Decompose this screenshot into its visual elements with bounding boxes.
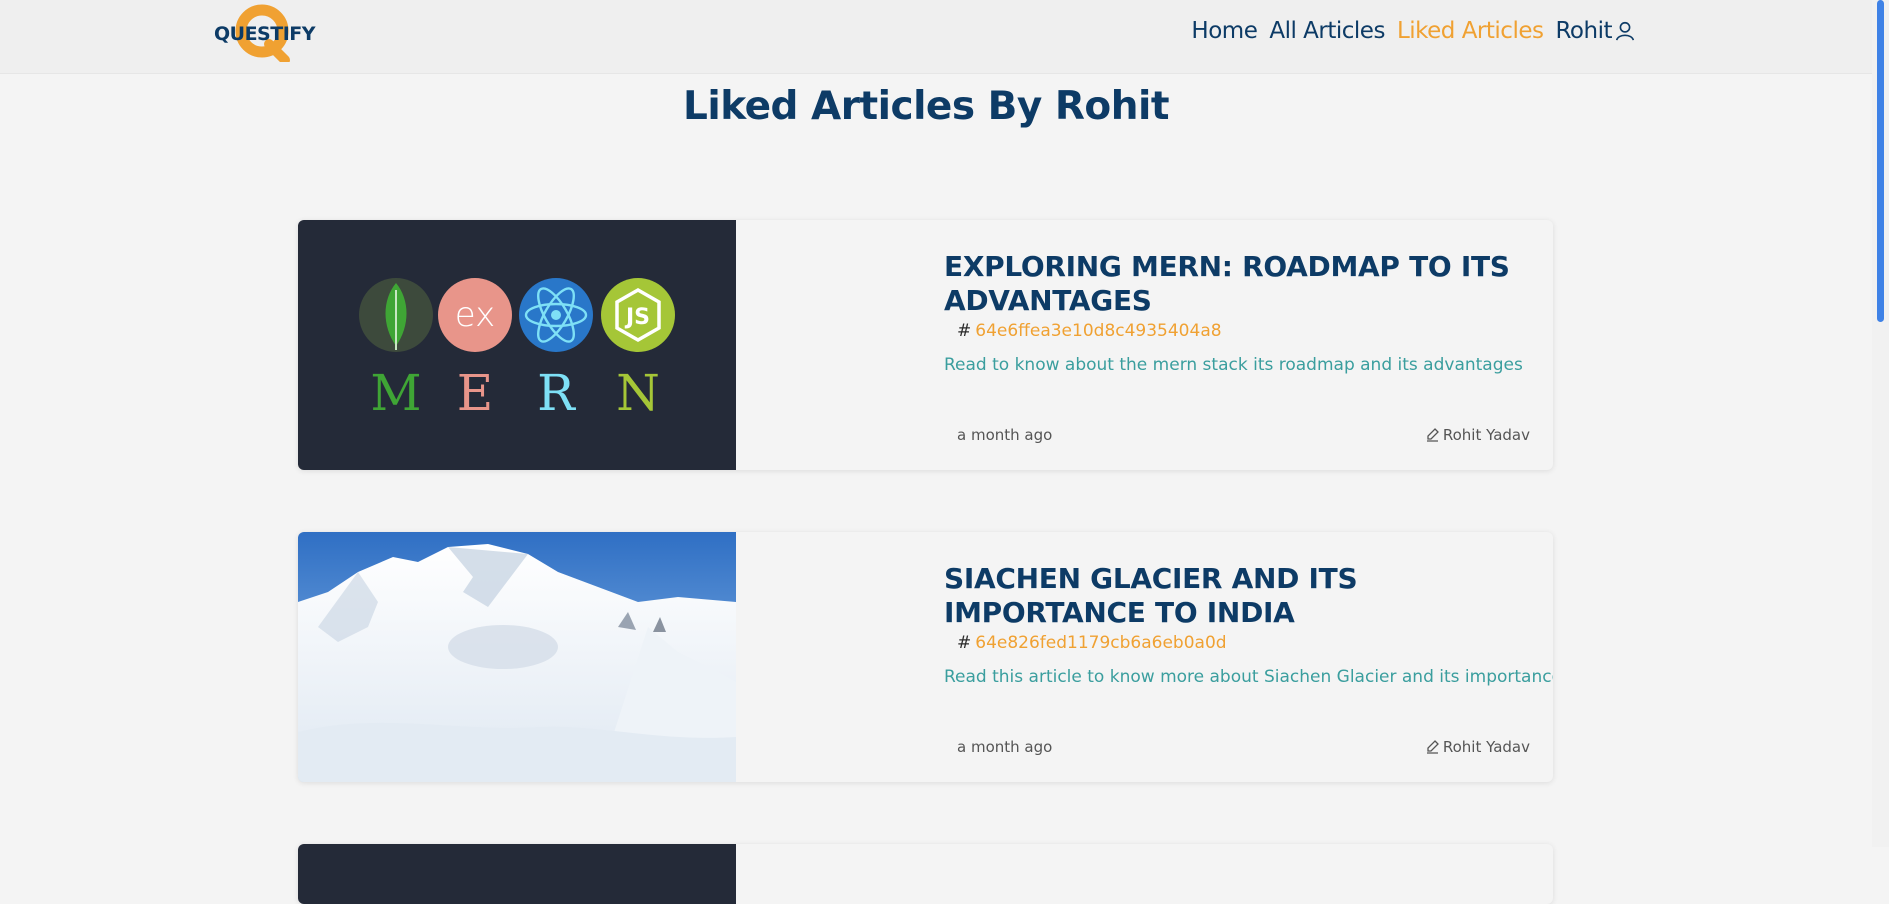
article-author: Rohit Yadav	[1425, 738, 1530, 756]
mern-letter-r: R	[537, 364, 576, 422]
hash-icon: #	[957, 321, 972, 341]
article-card[interactable]	[298, 844, 1553, 904]
nav-link-home[interactable]: Home	[1191, 18, 1257, 44]
article-author-name: Rohit Yadav	[1442, 426, 1530, 444]
mern-letter-m: M	[370, 364, 421, 422]
nav-links: Home All Articles Liked Articles Rohit	[1179, 16, 1636, 46]
page-scrollbar[interactable]	[1872, 0, 1889, 847]
article-id: #64e6ffea3e10d8c4935404a8	[944, 320, 1530, 342]
article-title[interactable]: EXPLORING MERN: ROADMAP TO ITS ADVANTAGE…	[944, 250, 1530, 318]
article-card-body: EXPLORING MERN: ROADMAP TO ITS ADVANTAGE…	[944, 250, 1530, 376]
article-description: Read this article to know more about Sia…	[944, 667, 1553, 687]
scrollbar-thumb[interactable]	[1877, 0, 1884, 322]
article-description: Read to know about the mern stack its ro…	[944, 355, 1523, 375]
article-time: a month ago	[957, 738, 1053, 756]
svg-text:ex: ex	[455, 295, 495, 335]
pen-icon	[1426, 428, 1439, 442]
mern-logo-image[interactable]: ex JS M E R N	[298, 220, 736, 470]
page-title: Liked Articles By Rohit	[682, 84, 1170, 129]
nav-link-liked-articles[interactable]: Liked Articles	[1397, 18, 1544, 44]
article-card-body: SIACHEN GLACIER AND ITS IMPORTANCE TO IN…	[944, 562, 1553, 688]
hash-icon: #	[957, 633, 972, 653]
article-id-value: 64e6ffea3e10d8c4935404a8	[975, 321, 1222, 341]
nav-link-user[interactable]: Rohit	[1555, 18, 1636, 44]
mern-letter-n: N	[616, 364, 660, 422]
logo-text: QUESTIFY	[214, 23, 316, 45]
navbar: QUESTIFY Home All Articles Liked Article…	[0, 0, 1872, 74]
article-id-value: 64e826fed1179cb6a6eb0a0d	[975, 633, 1227, 653]
pen-icon	[1426, 740, 1439, 754]
article-card[interactable]: SIACHEN GLACIER AND ITS IMPORTANCE TO IN…	[298, 532, 1553, 782]
article-author-name: Rohit Yadav	[1442, 738, 1530, 756]
mern-letter-e: E	[457, 364, 494, 422]
nav-link-all-articles[interactable]: All Articles	[1269, 18, 1385, 44]
article-author: Rohit Yadav	[1425, 426, 1530, 444]
svg-text:JS: JS	[624, 305, 650, 330]
user-name: Rohit	[1555, 18, 1612, 44]
article-time: a month ago	[957, 426, 1053, 444]
snowy-mountain-image[interactable]	[298, 532, 736, 782]
article-title[interactable]: SIACHEN GLACIER AND ITS IMPORTANCE TO IN…	[944, 562, 1530, 630]
user-icon	[1615, 21, 1635, 41]
article-image[interactable]	[298, 844, 736, 904]
questify-logo[interactable]: QUESTIFY	[213, 4, 323, 64]
article-card[interactable]: ex JS M E R N EXPLORING MERN: ROADMAP TO…	[298, 220, 1553, 470]
article-id: #64e826fed1179cb6a6eb0a0d	[944, 632, 1530, 654]
